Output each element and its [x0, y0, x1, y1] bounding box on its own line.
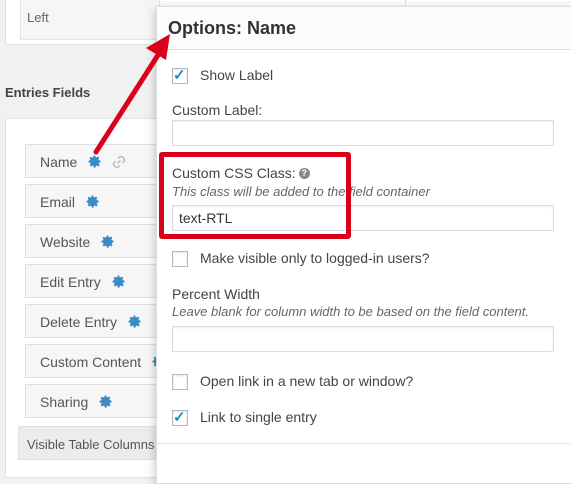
- open-new-tab-checkbox[interactable]: [172, 374, 188, 391]
- gear-icon[interactable]: [85, 194, 100, 209]
- gear-icon[interactable]: [87, 154, 102, 169]
- field-label: Name: [40, 154, 78, 170]
- percent-width-input[interactable]: [172, 326, 554, 352]
- open-new-tab-option[interactable]: Open link in a new tab or window?: [172, 373, 414, 391]
- field-label: Custom Content: [40, 354, 142, 370]
- percent-width-title: Percent Width: [172, 286, 260, 302]
- gear-icon[interactable]: [98, 394, 113, 409]
- checkmark-icon: ✓: [173, 67, 186, 85]
- field-label: Delete Entry: [40, 314, 118, 330]
- custom-label-title: Custom Label:: [172, 102, 263, 118]
- open-new-tab-text: Open link in a new tab or window?: [200, 373, 414, 389]
- options-dialog: Options: Name ✓ Show Label Custom Label: …: [156, 6, 571, 484]
- link-single-entry-option[interactable]: ✓ Link to single entry: [172, 409, 317, 427]
- show-label-text: Show Label: [200, 67, 274, 83]
- field-label: Sharing: [40, 394, 89, 410]
- dialog-header: Options: Name: [157, 7, 571, 50]
- annotation-highlight-box: [159, 152, 351, 239]
- custom-label-input[interactable]: [172, 120, 554, 146]
- field-label: Email: [40, 194, 76, 210]
- logged-in-text: Make visible only to logged-in users?: [200, 250, 430, 266]
- logged-in-option[interactable]: Make visible only to logged-in users?: [172, 250, 430, 268]
- gear-icon[interactable]: [111, 274, 126, 289]
- field-label: Website: [40, 234, 91, 250]
- dialog-title: Options: Name: [168, 18, 297, 38]
- logged-in-checkbox[interactable]: [172, 251, 188, 268]
- link-single-entry-checkbox[interactable]: ✓: [172, 409, 188, 427]
- entries-fields-title: Entries Fields: [5, 85, 91, 100]
- gear-icon[interactable]: [127, 314, 142, 329]
- link-single-entry-text: Link to single entry: [200, 409, 317, 425]
- checkmark-icon: ✓: [173, 409, 186, 427]
- show-label-option[interactable]: ✓ Show Label: [172, 67, 274, 85]
- show-label-checkbox[interactable]: ✓: [172, 67, 188, 85]
- visible-table-columns-bar: Visible Table Columns: [18, 426, 178, 460]
- field-label: Edit Entry: [40, 274, 101, 290]
- left-column-label: Left: [20, 0, 160, 40]
- dialog-footer-divider: [157, 443, 571, 444]
- link-icon[interactable]: [112, 155, 126, 169]
- percent-width-description: Leave blank for column width to be based…: [172, 304, 530, 319]
- gear-icon[interactable]: [100, 234, 115, 249]
